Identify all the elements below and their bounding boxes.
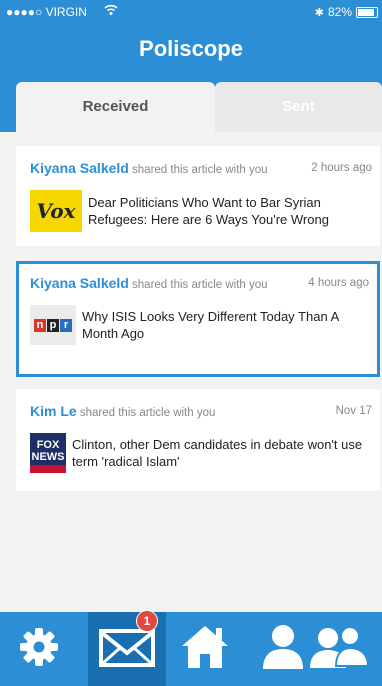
article-body: FOX NEWS Clinton, other Dem candidates i… [30,433,376,473]
npr-letter-n: n [34,318,46,332]
article-headline[interactable]: Dear Politicians Who Want to Bar Syrian … [88,194,376,228]
sender-name[interactable]: Kiyana Salkeld [30,160,129,176]
fox-logo-strip [30,465,66,473]
npr-logo: n p r [30,305,76,345]
unread-badge: 1 [136,610,158,632]
sender-name[interactable]: Kim Le [30,403,77,419]
share-time: 4 hours ago [308,277,369,289]
article-card-selected[interactable]: Kiyana Salkeld shared this article with … [16,261,380,377]
sender-name[interactable]: Kiyana Salkeld [30,275,129,291]
tab-received[interactable]: Received [16,82,215,132]
share-time: Nov 17 [335,405,372,417]
bottom-tab-bar: 1 [0,610,382,686]
shared-text: shared this article with you [76,407,216,419]
battery-fill [358,8,375,16]
status-bar: ●●●●○ VIRGIN ✱ 82% [0,0,382,24]
fox-logo-line2: NEWS [31,451,65,463]
bluetooth-icon: ✱ [314,6,324,19]
gear-icon [17,625,61,674]
npr-letter-r: r [60,318,72,332]
home-icon [180,624,230,675]
article-card[interactable]: Kiyana Salkeld shared this article with … [16,146,380,246]
tab-home[interactable] [166,612,244,686]
npr-letter-p: p [47,318,59,332]
app-title: Poliscope [139,36,243,61]
battery-percent: 82% [327,5,352,19]
article-body: n p r Why ISIS Looks Very Different Toda… [30,305,373,345]
article-headline[interactable]: Why ISIS Looks Very Different Today Than… [82,308,373,342]
wifi-icon [104,4,118,19]
fox-logo-line1: FOX [36,439,60,451]
fox-news-logo: FOX NEWS [30,433,66,473]
tab-friends[interactable] [310,612,382,686]
tab-sent[interactable]: Sent [215,82,382,132]
share-meta: Kiyana Salkeld shared this article with … [30,275,369,291]
app-header: Poliscope [0,24,382,76]
person-icon [261,623,305,676]
article-feed: Kiyana Salkeld shared this article with … [0,132,382,612]
vox-logo: Vox [30,190,82,232]
battery-icon [356,6,378,18]
carrier-label: ●●●●○ VIRGIN [6,5,87,19]
share-meta: Kiyana Salkeld shared this article with … [30,160,372,176]
shared-text: shared this article with you [128,279,268,291]
article-headline[interactable]: Clinton, other Dem candidates in debate … [72,436,376,470]
share-meta: Kim Le shared this article with you Nov … [30,403,372,419]
segment-tabs: Received Sent [0,76,382,132]
shared-text: shared this article with you [128,164,268,176]
article-body: Vox Dear Politicians Who Want to Bar Syr… [30,190,376,232]
tab-settings[interactable] [0,612,78,686]
article-card[interactable]: Kim Le shared this article with you Nov … [16,389,380,491]
tab-messages[interactable]: 1 [88,610,166,686]
share-time: 2 hours ago [311,162,372,174]
people-icon [310,624,370,675]
